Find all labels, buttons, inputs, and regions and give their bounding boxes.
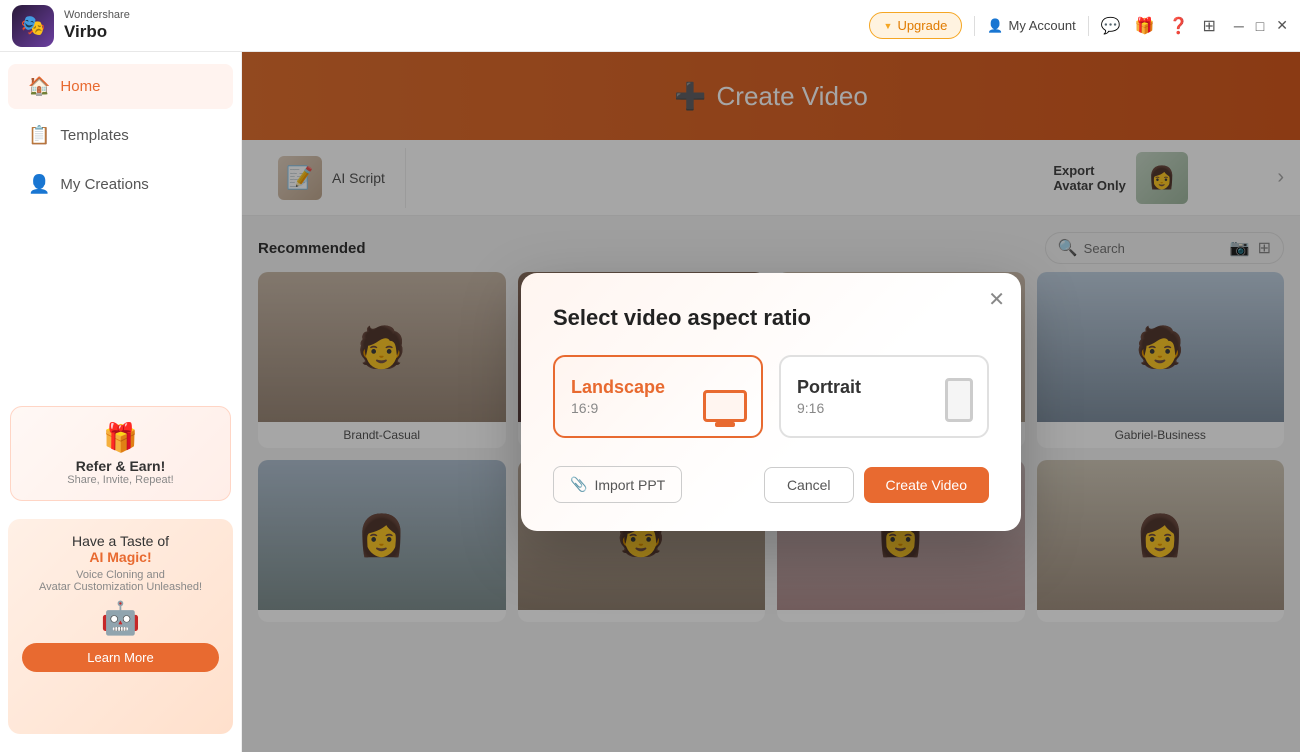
aspect-options: Landscape 16:9 Portrait 9:16 bbox=[553, 355, 989, 438]
magic-headline: Have a Taste of AI Magic! bbox=[22, 533, 219, 565]
portrait-icon bbox=[945, 378, 973, 422]
refer-earn-banner: 🎁 Refer & Earn! Share, Invite, Repeat! bbox=[10, 406, 231, 501]
sidebar-item-templates[interactable]: 📋 Templates bbox=[8, 113, 233, 158]
magic-figure: 🤖 bbox=[22, 599, 219, 637]
brand-top: Wondershare bbox=[64, 9, 130, 22]
dialog-footer: 📎 Import PPT Cancel Create Video bbox=[553, 466, 989, 503]
landscape-label: Landscape bbox=[571, 377, 665, 398]
dialog-title: Select video aspect ratio bbox=[553, 305, 989, 331]
home-label: Home bbox=[60, 78, 100, 95]
account-label: My Account bbox=[1009, 18, 1076, 33]
templates-label: Templates bbox=[60, 127, 128, 144]
separator bbox=[974, 16, 975, 36]
logo-emoji: 🎭 bbox=[21, 13, 46, 38]
separator2 bbox=[1088, 16, 1089, 36]
account-icon: 👤 bbox=[987, 18, 1003, 34]
account-button[interactable]: 👤 My Account bbox=[987, 18, 1075, 34]
modal-overlay: ✕ Select video aspect ratio Landscape 16… bbox=[242, 52, 1300, 752]
portrait-label: Portrait bbox=[797, 377, 861, 398]
main-content: ➕ Create Video 📝 AI Script ExportAvatar … bbox=[242, 52, 1300, 752]
import-ppt-button[interactable]: 📎 Import PPT bbox=[553, 466, 682, 503]
refer-sub: Share, Invite, Repeat! bbox=[25, 474, 216, 486]
close-button[interactable]: ✕ bbox=[1276, 17, 1288, 34]
learn-more-button[interactable]: Learn More bbox=[22, 643, 219, 672]
titlebar-actions: Upgrade 👤 My Account 💬 🎁 ❓ ⊞ ─ □ ✕ bbox=[869, 12, 1288, 39]
gift-icon[interactable]: 🎁 bbox=[1135, 16, 1155, 36]
maximize-button[interactable]: □ bbox=[1256, 18, 1264, 34]
upgrade-button[interactable]: Upgrade bbox=[869, 12, 963, 39]
portrait-icon-container bbox=[945, 378, 973, 422]
landscape-option[interactable]: Landscape 16:9 bbox=[553, 355, 763, 438]
help-icon[interactable]: ❓ bbox=[1169, 16, 1189, 36]
home-icon: 🏠 bbox=[28, 76, 50, 97]
sidebar-item-my-creations[interactable]: 👤 My Creations bbox=[8, 162, 233, 207]
portrait-ratio: 9:16 bbox=[797, 400, 824, 416]
app-branding: 🎭 Wondershare Virbo bbox=[12, 5, 130, 47]
window-controls: ─ □ ✕ bbox=[1234, 17, 1288, 34]
my-creations-label: My Creations bbox=[60, 176, 148, 193]
titlebar-icons: 💬 🎁 ❓ ⊞ bbox=[1101, 16, 1216, 36]
cancel-button[interactable]: Cancel bbox=[764, 467, 854, 503]
message-icon[interactable]: 💬 bbox=[1101, 16, 1121, 36]
app-logo: 🎭 bbox=[12, 5, 54, 47]
create-video-button[interactable]: Create Video bbox=[864, 467, 989, 503]
minimize-button[interactable]: ─ bbox=[1234, 18, 1244, 34]
titlebar: 🎭 Wondershare Virbo Upgrade 👤 My Account… bbox=[0, 0, 1300, 52]
sidebar: 🏠 Home 📋 Templates 👤 My Creations 🎁 Refe… bbox=[0, 52, 242, 752]
brand-bottom: Virbo bbox=[64, 22, 130, 42]
sidebar-item-home[interactable]: 🏠 Home bbox=[8, 64, 233, 109]
refer-title: Refer & Earn! bbox=[25, 458, 216, 474]
magic-headline-2: AI Magic! bbox=[89, 549, 151, 565]
app-name: Wondershare Virbo bbox=[64, 9, 130, 43]
landscape-icon-container bbox=[703, 390, 747, 422]
refer-icons: 🎁 bbox=[25, 421, 216, 454]
main-layout: 🏠 Home 📋 Templates 👤 My Creations 🎁 Refe… bbox=[0, 52, 1300, 752]
apps-icon[interactable]: ⊞ bbox=[1202, 16, 1215, 36]
landscape-ratio: 16:9 bbox=[571, 400, 598, 416]
portrait-option[interactable]: Portrait 9:16 bbox=[779, 355, 989, 438]
my-creations-icon: 👤 bbox=[28, 174, 50, 195]
dialog-close-button[interactable]: ✕ bbox=[988, 287, 1005, 312]
landscape-icon bbox=[703, 390, 747, 422]
magic-headline-1: Have a Taste of bbox=[72, 533, 169, 549]
magic-sub: Voice Cloning andAvatar Customization Un… bbox=[22, 569, 219, 593]
ppt-icon: 📎 bbox=[570, 476, 587, 493]
dialog-action-buttons: Cancel Create Video bbox=[764, 467, 989, 503]
ai-magic-banner: Have a Taste of AI Magic! Voice Cloning … bbox=[8, 519, 233, 734]
import-ppt-label: Import PPT bbox=[594, 477, 665, 493]
aspect-ratio-dialog: ✕ Select video aspect ratio Landscape 16… bbox=[521, 273, 1021, 531]
templates-icon: 📋 bbox=[28, 125, 50, 146]
